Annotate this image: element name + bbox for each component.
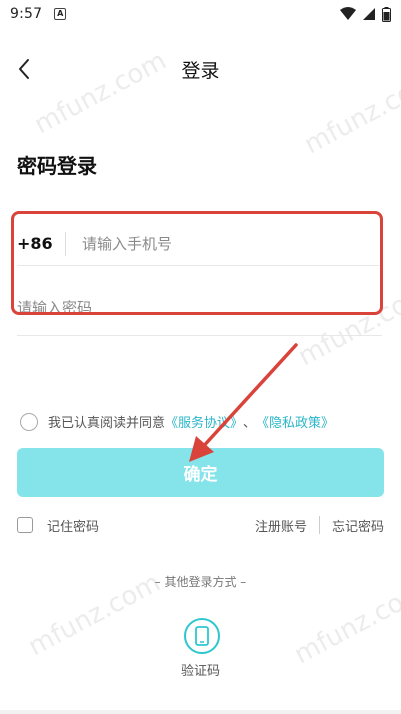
remember-checkbox[interactable]: [17, 517, 33, 533]
battery-icon: [382, 6, 391, 22]
privacy-policy-link[interactable]: 《隐私政策》: [256, 412, 334, 431]
section-title: 密码登录: [17, 154, 97, 178]
home-indicator: [0, 710, 401, 714]
status-bar: 9:57 A: [0, 0, 401, 28]
agreement-prefix: 我已认真阅读并同意: [48, 416, 166, 431]
agree-radio[interactable]: [20, 412, 38, 431]
header: 登录: [0, 50, 401, 88]
confirm-button[interactable]: 确定: [17, 448, 384, 497]
register-link[interactable]: 注册账号: [255, 516, 307, 535]
password-row: [17, 280, 382, 336]
other-login-title: – 其他登录方式 –: [154, 575, 247, 589]
forgot-password-link[interactable]: 忘记密码: [332, 516, 384, 535]
a-icon: A: [54, 8, 67, 20]
agreement-row: 我已认真阅读并同意 《服务协议》 、 《隐私政策》: [20, 412, 334, 431]
password-input[interactable]: [17, 298, 277, 317]
country-code[interactable]: +86: [17, 234, 65, 253]
divider: [318, 516, 320, 534]
sms-login-button[interactable]: [184, 618, 220, 654]
wifi-icon: [340, 7, 356, 20]
status-icons: [340, 6, 391, 22]
signal-icon: [363, 8, 375, 20]
arrow-annotation: [189, 343, 298, 462]
agreement-joiner: 、: [243, 416, 257, 431]
chevron-left-icon[interactable]: [12, 56, 38, 82]
phone-icon: [195, 626, 209, 646]
divider: [65, 231, 66, 256]
phone-input[interactable]: [82, 234, 342, 253]
sms-login-label: 验证码: [180, 664, 220, 679]
account-links: 注册账号 忘记密码: [255, 516, 384, 535]
options-row: 记住密码 注册账号 忘记密码: [17, 512, 384, 538]
page-title: 登录: [181, 59, 220, 82]
phone-row: +86: [17, 222, 379, 266]
status-time: 9:57: [10, 6, 43, 22]
remember-label[interactable]: 记住密码: [47, 516, 99, 535]
service-agreement-link[interactable]: 《服务协议》: [165, 412, 243, 431]
